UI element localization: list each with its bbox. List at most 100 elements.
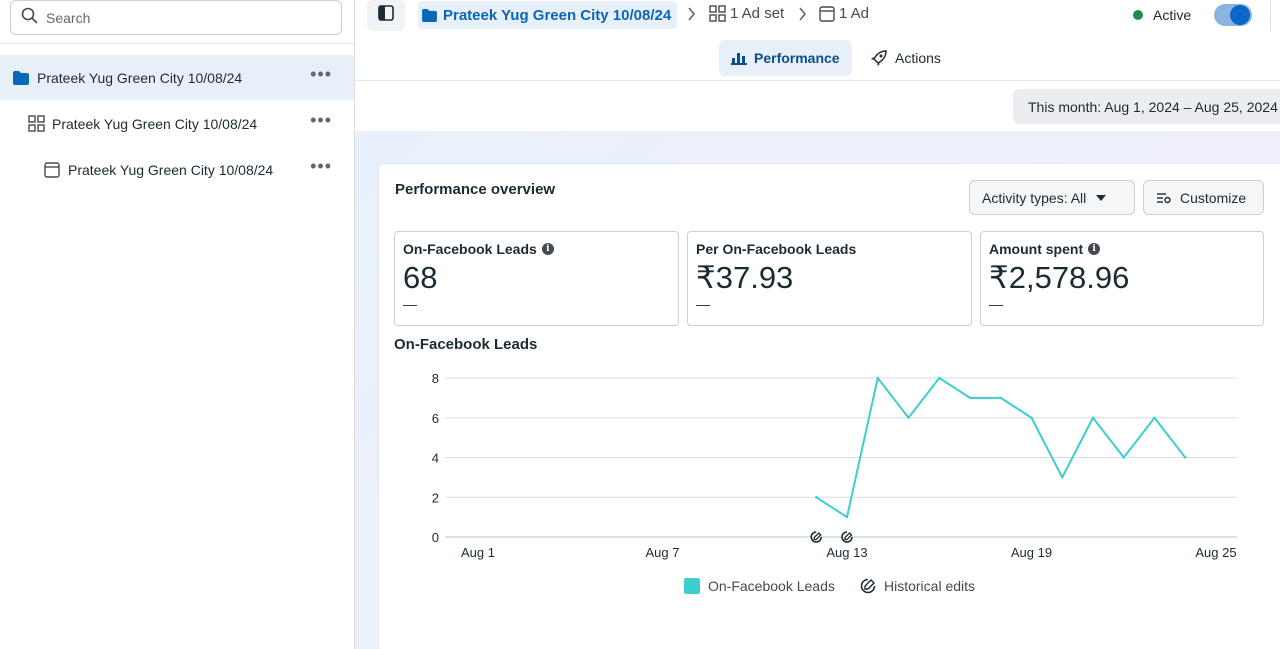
breadcrumb-campaign[interactable]: Prateek Yug Green City 10/08/24 (418, 1, 678, 29)
metric-label-row: On-Facebook Leads i (403, 241, 670, 257)
toggle-knob (1230, 5, 1250, 25)
sidebar-item-label: Prateek Yug Green City 10/08/24 (52, 115, 258, 132)
data-point (938, 376, 941, 380)
metric-label: Per On-Facebook Leads (696, 241, 857, 257)
date-range-picker[interactable]: This month: Aug 1, 2024 – Aug 25, 2024 (1013, 89, 1280, 124)
tab-performance[interactable]: Performance (719, 40, 852, 76)
metric-value: 68 (403, 260, 438, 295)
y-tick-label: 0 (432, 530, 439, 545)
data-point (1091, 416, 1095, 419)
y-tick-label: 6 (432, 411, 439, 426)
info-icon[interactable]: i (541, 243, 554, 255)
sidebar-panel-icon (378, 5, 394, 26)
more-options-icon[interactable]: ••• (310, 157, 332, 175)
status-indicator: Active (1133, 7, 1191, 23)
tab-actions-label: Actions (895, 50, 941, 66)
date-range-label: This month: Aug 1, 2024 – Aug 25, 2024 (1028, 98, 1278, 115)
top-bar: Prateek Yug Green City 10/08/24 1 Ad set… (355, 0, 1280, 32)
search-icon (21, 7, 38, 29)
legend-label: Historical edits (884, 578, 976, 594)
tab-actions[interactable]: Actions (858, 40, 953, 76)
metric-label-row: Per On-Facebook Leads (696, 241, 963, 257)
tab-performance-label: Performance (754, 50, 840, 66)
metric-delta: — (696, 296, 710, 312)
data-point (1122, 456, 1125, 459)
sidebar-divider (0, 43, 354, 44)
info-icon[interactable]: i (1088, 243, 1101, 255)
legend-item-leads[interactable]: On-Facebook Leads (684, 578, 835, 594)
tabs-divider (355, 80, 1280, 81)
metric-label-row: Amount spent i (989, 241, 1255, 257)
data-point (999, 396, 1002, 400)
data-point (876, 376, 879, 380)
metric-label: Amount spent (989, 241, 1084, 257)
performance-overview-title: Performance overview (395, 181, 556, 198)
breadcrumb-campaign-label: Prateek Yug Green City 10/08/24 (443, 6, 672, 24)
breadcrumb-adset[interactable]: 1 Ad set (709, 5, 784, 22)
customize-icon (1156, 191, 1172, 205)
data-point (815, 496, 818, 499)
data-point (907, 416, 910, 419)
sidebar-item-ad[interactable]: Prateek Yug Green City 10/08/24 ••• (0, 147, 354, 192)
sidebar-item-campaign[interactable]: Prateek Yug Green City 10/08/24 ••• (0, 55, 354, 100)
x-tick-label: Aug 1 (461, 545, 495, 560)
y-tick-label: 2 (432, 490, 439, 505)
data-point (968, 396, 972, 400)
active-toggle[interactable] (1214, 4, 1252, 26)
sidebar-item-label: Prateek Yug Green City 10/08/24 (37, 69, 243, 86)
metric-delta: — (989, 296, 1003, 312)
customize-button[interactable]: Customize (1143, 180, 1264, 215)
breadcrumb-ad-label: 1 Ad (839, 5, 870, 22)
data-point (1184, 456, 1187, 459)
metric-card-leads[interactable]: On-Facebook Leads i 68 — (394, 231, 679, 326)
status-label: Active (1153, 7, 1192, 23)
x-tick-label: Aug 13 (826, 545, 867, 560)
chevron-right-icon (798, 7, 807, 24)
x-tick-label: Aug 19 (1011, 545, 1052, 560)
tab-bar: Performance Actions (355, 40, 1280, 76)
sidebar-item-label: Prateek Yug Green City 10/08/24 (68, 161, 274, 178)
metric-label: On-Facebook Leads (403, 241, 537, 257)
chart-title: On-Facebook Leads (394, 336, 538, 353)
historical-edit-marker (841, 531, 853, 543)
metric-delta: — (403, 296, 417, 312)
breadcrumb-ad[interactable]: 1 Ad (819, 5, 869, 22)
more-options-icon[interactable]: ••• (310, 111, 332, 129)
toggle-panel-button[interactable] (367, 0, 405, 31)
more-options-icon[interactable]: ••• (310, 65, 332, 83)
legend-item-historical-edits[interactable]: Historical edits (860, 578, 975, 594)
metric-value: ₹37.93 (696, 260, 794, 295)
legend-swatch (684, 578, 700, 594)
folder-icon (12, 69, 30, 87)
sidebar-item-adset[interactable]: Prateek Yug Green City 10/08/24 ••• (0, 101, 354, 146)
historical-edit-marker (810, 531, 823, 543)
activity-types-label: Activity types: All (982, 189, 1087, 206)
data-point (845, 515, 849, 519)
y-tick-label: 8 (432, 371, 439, 386)
y-tick-label: 4 (432, 451, 439, 466)
grid-icon (709, 5, 726, 22)
x-tick-label: Aug 7 (646, 545, 680, 560)
caret-down-icon (1096, 194, 1107, 201)
bar-chart-icon (731, 51, 747, 65)
search-input[interactable] (46, 9, 316, 26)
edit-history-icon (860, 578, 876, 594)
metric-card-amount-spent[interactable]: Amount spent i ₹2,578.96 — (980, 231, 1264, 326)
grid-icon (27, 115, 45, 133)
data-point (1030, 416, 1033, 419)
sidebar: Prateek Yug Green City 10/08/24 ••• Prat… (0, 0, 355, 649)
metric-value: ₹2,578.96 (989, 260, 1130, 295)
legend-label: On-Facebook Leads (708, 578, 835, 594)
metric-card-cost-per-lead[interactable]: Per On-Facebook Leads ₹37.93 — (687, 231, 972, 326)
panel-edge (1270, 0, 1280, 32)
data-point (1061, 476, 1064, 479)
status-dot (1133, 10, 1143, 20)
leads-line-chart: 0 2 4 6 8 Aug 1 Aug 7 Aug 13 Aug 19 Aug 25 (432, 371, 1237, 560)
search-box[interactable] (10, 0, 342, 35)
ad-window-icon (819, 5, 835, 22)
data-point (1153, 416, 1156, 419)
x-tick-label: Aug 25 (1195, 545, 1236, 560)
breadcrumb-adset-label: 1 Ad set (730, 5, 785, 22)
chevron-right-icon (687, 7, 696, 24)
activity-types-dropdown[interactable]: Activity types: All (969, 180, 1135, 215)
